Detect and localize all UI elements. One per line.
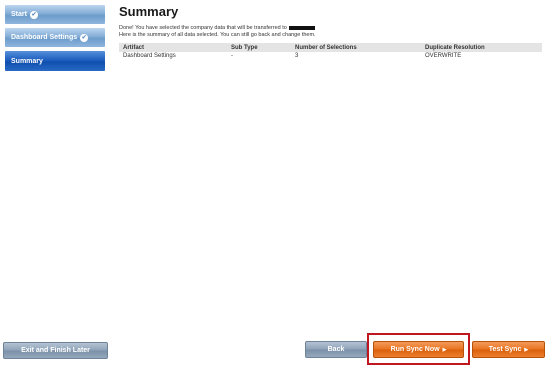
step-label: Start	[11, 11, 27, 18]
intro-text: Done! You have selected the company data…	[119, 25, 551, 39]
play-arrow-icon: ▶	[524, 346, 529, 353]
redacted-company-name	[288, 25, 315, 30]
column-header-artifact: Artifact	[119, 43, 227, 52]
back-button[interactable]: Back	[305, 341, 367, 358]
step-label: Dashboard Settings	[11, 34, 78, 41]
exit-and-finish-later-button[interactable]: Exit and Finish Later	[3, 342, 108, 359]
cell-artifact: Dashboard Settings	[123, 53, 176, 59]
summary-table: Artifact Sub Type Number of Selections D…	[119, 43, 542, 60]
column-header-sub-type: Sub Type	[227, 43, 291, 52]
intro-line-1: Done! You have selected the company data…	[119, 25, 551, 32]
step-label: Summary	[11, 57, 43, 65]
column-header-number-of-selections: Number of Selections	[291, 43, 421, 52]
check-icon: ✔	[29, 10, 38, 19]
step-dashboard-settings[interactable]: Dashboard Settings ✔	[5, 28, 105, 47]
page-title: Summary	[119, 4, 179, 19]
column-header-duplicate-resolution: Duplicate Resolution	[421, 43, 542, 52]
step-summary[interactable]: Summary	[5, 51, 105, 71]
wizard-steps-sidebar: Start ✔ Dashboard Settings ✔ Summary	[5, 5, 105, 75]
table-header-row: Artifact Sub Type Number of Selections D…	[119, 43, 542, 52]
main-content: Summary Done! You have selected the comp…	[119, 4, 551, 60]
sync-wizard-page: Start ✔ Dashboard Settings ✔ Summary Sum…	[0, 0, 557, 373]
intro-line-2: Here is the summary of all data selected…	[119, 32, 316, 38]
table-row: Dashboard Settings - 3 OVERWRITE	[119, 52, 542, 60]
test-sync-button[interactable]: Test Sync ▶	[472, 341, 545, 358]
cell-number-of-selections: 3	[295, 53, 299, 59]
cell-duplicate-resolution: OVERWRITE	[425, 53, 462, 59]
cell-sub-type: -	[231, 53, 233, 59]
check-icon: ✔	[80, 33, 89, 42]
highlight-box	[367, 333, 470, 365]
step-start[interactable]: Start ✔	[5, 5, 105, 24]
